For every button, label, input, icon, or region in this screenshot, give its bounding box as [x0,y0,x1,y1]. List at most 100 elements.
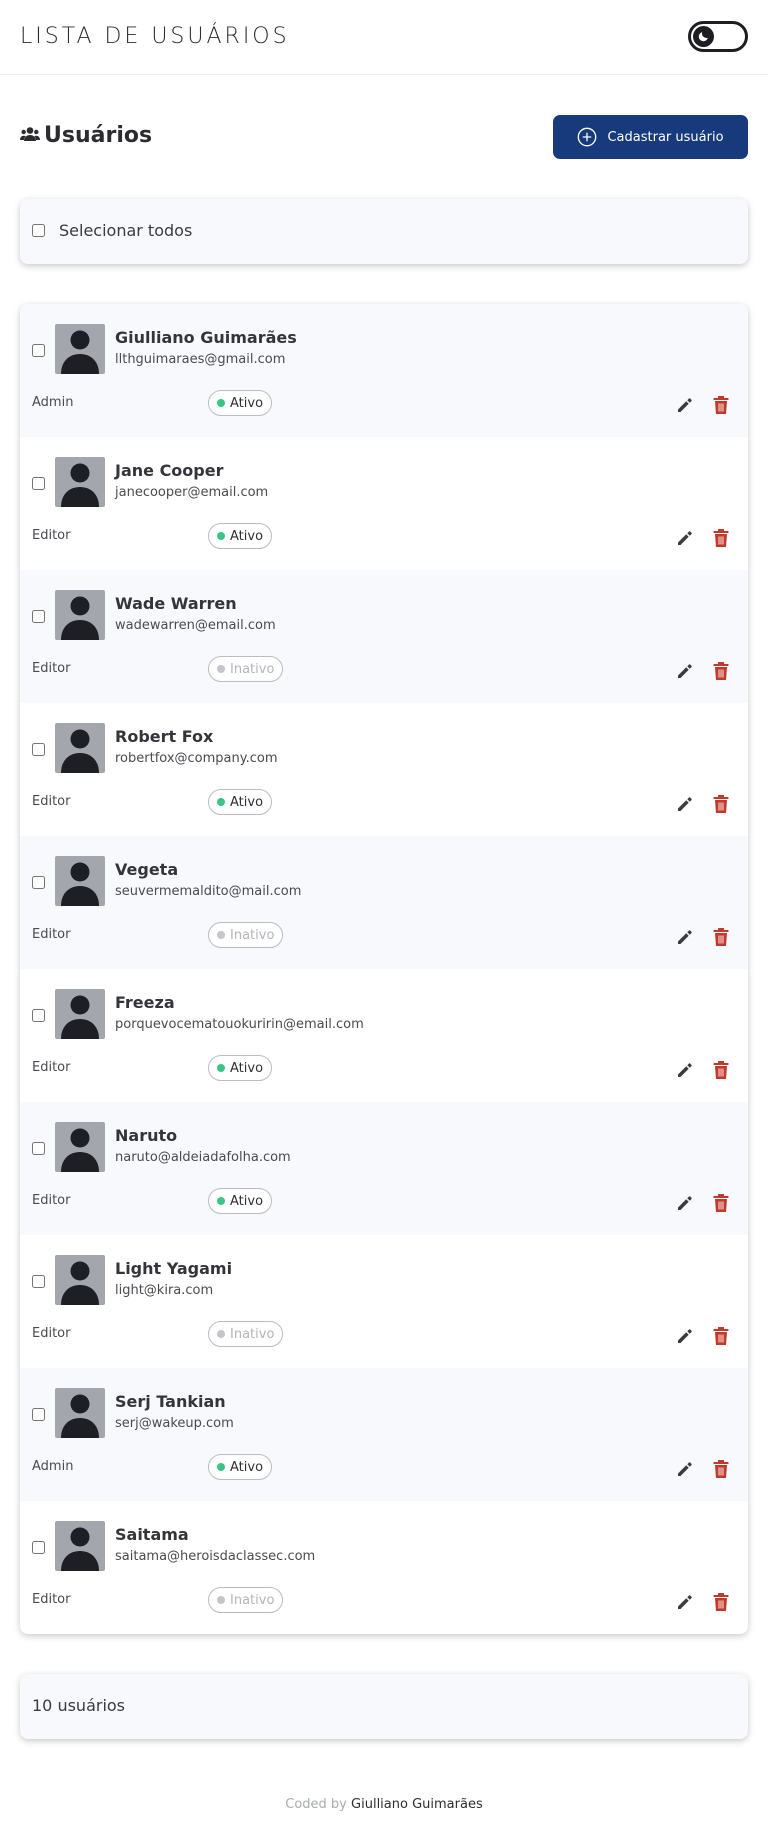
edit-user-button[interactable] [675,794,695,814]
user-email: seuvermemaldito@mail.com [115,884,302,899]
user-checkbox[interactable] [32,876,45,889]
select-all-checkbox[interactable] [32,224,45,237]
status-label: Inativo [230,661,275,677]
add-user-button[interactable]: Cadastrar usuário [553,115,748,159]
trash-icon [713,1460,729,1478]
user-name: Giulliano Guimarães [115,328,297,347]
delete-user-button[interactable] [712,661,730,681]
user-checkbox[interactable] [32,1541,45,1554]
user-checkbox[interactable] [32,1142,45,1155]
avatar [55,989,105,1039]
status-label: Ativo [230,1193,264,1209]
pencil-icon [678,1329,692,1343]
user-email: janecooper@email.com [115,485,269,500]
edit-user-button[interactable] [675,1193,695,1213]
user-row: Serj Tankian serj@wakeup.com Admin Ativo [20,1368,748,1501]
status-dot [217,665,225,673]
section-header: Usuários Cadastrar usuário [20,115,748,159]
edit-user-button[interactable] [675,1326,695,1346]
user-checkbox[interactable] [32,743,45,756]
user-checkbox[interactable] [32,1275,45,1288]
user-role: Editor [32,794,71,809]
status-badge: Ativo [208,390,273,416]
status-dot [217,931,225,939]
edit-user-button[interactable] [675,661,695,681]
pencil-icon [678,531,692,545]
delete-user-button[interactable] [712,1459,730,1479]
user-checkbox[interactable] [32,1408,45,1421]
user-row: Saitama saitama@heroisdaclassec.com Editor… [20,1501,748,1634]
trash-icon [713,396,729,414]
user-name: Jane Cooper [115,461,224,480]
user-row: Wade Warren wadewarren@email.com Editor Ina… [20,570,748,703]
status-badge: Ativo [208,1188,273,1214]
user-email: serj@wakeup.com [115,1416,234,1431]
avatar [55,590,105,640]
status-label: Ativo [230,395,264,411]
section-title: Usuários [20,123,152,148]
avatar [55,856,105,906]
user-name: Vegeta [115,860,179,879]
user-row: Freeza porquevocematouokuririn@email.com E… [20,969,748,1102]
user-name: Freeza [115,993,175,1012]
user-list: Giulliano Guimarães llthguimaraes@gmail.c… [20,304,748,1634]
trash-icon [713,1327,729,1345]
status-label: Ativo [230,1459,264,1475]
trash-icon [713,1593,729,1611]
app-title: LISTA DE USUÁRIOS [20,24,290,49]
status-label: Inativo [230,927,275,943]
user-name: Serj Tankian [115,1392,226,1411]
delete-user-button[interactable] [712,395,730,415]
status-badge: Ativo [208,523,273,549]
delete-user-button[interactable] [712,1193,730,1213]
footer-prefix: Coded by [285,1797,347,1812]
user-role: Editor [32,1193,71,1208]
user-checkbox[interactable] [32,1009,45,1022]
user-checkbox[interactable] [32,477,45,490]
user-name: Robert Fox [115,727,214,746]
app-header: LISTA DE USUÁRIOS [0,0,768,75]
avatar [55,1521,105,1571]
pencil-icon [678,1595,692,1609]
plus-circle-icon [578,127,597,147]
edit-user-button[interactable] [675,1592,695,1612]
theme-toggle[interactable] [688,21,748,52]
avatar [55,1255,105,1305]
edit-user-button[interactable] [675,1459,695,1479]
edit-user-button[interactable] [675,528,695,548]
edit-user-button[interactable] [675,1060,695,1080]
edit-user-button[interactable] [675,927,695,947]
user-count-card: 10 usuários [20,1674,748,1739]
user-role: Admin [32,395,74,410]
status-badge: Ativo [208,789,273,815]
user-row: Robert Fox robertfox@company.com Editor Ati… [20,703,748,836]
user-checkbox[interactable] [32,344,45,357]
user-checkbox[interactable] [32,610,45,623]
pencil-icon [678,1063,692,1077]
user-silhouette [61,330,99,374]
avatar [55,1122,105,1172]
pencil-icon [678,398,692,412]
delete-user-button[interactable] [712,1592,730,1612]
user-email: llthguimaraes@gmail.com [115,352,286,367]
user-role: Admin [32,1459,74,1474]
status-dot [217,1596,225,1604]
user-silhouette [61,862,99,906]
status-badge: Inativo [208,922,284,948]
user-role: Editor [32,927,71,942]
status-label: Inativo [230,1592,275,1608]
avatar [55,723,105,773]
trash-icon [713,662,729,680]
delete-user-button[interactable] [712,1326,730,1346]
user-silhouette [61,1261,99,1305]
user-silhouette [61,1527,99,1571]
delete-user-button[interactable] [712,528,730,548]
delete-user-button[interactable] [712,794,730,814]
status-badge: Ativo [208,1055,273,1081]
delete-user-button[interactable] [712,1060,730,1080]
delete-user-button[interactable] [712,927,730,947]
edit-user-button[interactable] [675,395,695,415]
user-role: Editor [32,528,71,543]
status-dot [217,399,225,407]
user-row: Giulliano Guimarães llthguimaraes@gmail.c… [20,304,748,437]
